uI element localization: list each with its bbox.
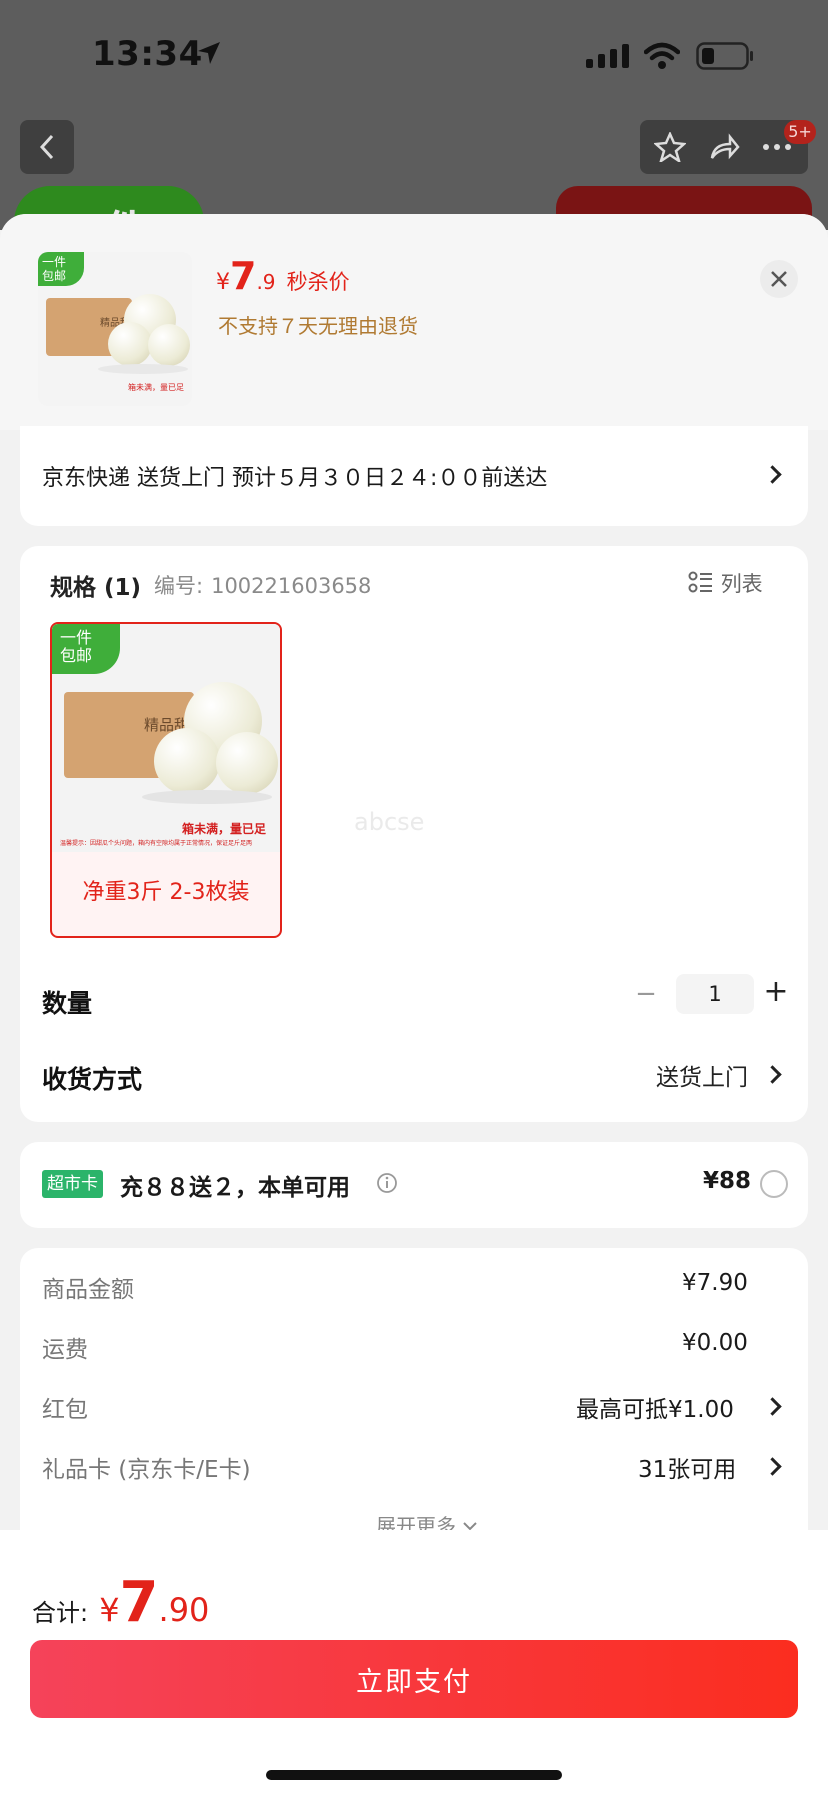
- summary-row-redpacket-label: 红包: [42, 1397, 88, 1423]
- share-icon[interactable]: [708, 132, 740, 162]
- summary-row-goods-label: 商品金额: [42, 1277, 134, 1303]
- list-view-toggle[interactable]: 列表: [688, 568, 763, 598]
- supermarket-card-text: 充８８送２，本单可用: [120, 1175, 350, 1201]
- free-shipping-badge: 一件 包邮: [52, 624, 120, 674]
- close-icon: [771, 271, 787, 287]
- message-badge: 5+: [784, 120, 816, 144]
- close-button[interactable]: [760, 260, 798, 298]
- product-caption: 箱未满，量已足: [128, 383, 184, 392]
- watermark: abcse: [354, 808, 425, 836]
- star-icon[interactable]: [654, 132, 686, 162]
- quantity-decrease-button[interactable]: −: [628, 974, 664, 1014]
- receive-method-value[interactable]: 送货上门: [656, 1058, 748, 1092]
- supermarket-card-badge: 超市卡: [42, 1170, 103, 1198]
- more-icon[interactable]: [762, 142, 792, 152]
- product-notice: 温馨提示：因甜瓜个头问题，箱内有空隙均属于正常情况，保证足斤足两: [60, 840, 253, 847]
- pay-now-button[interactable]: 立即支付: [30, 1640, 798, 1718]
- product-price: ¥7.9 秒杀价: [216, 254, 350, 298]
- summary-row-goods-value: ¥7.90: [682, 1270, 748, 1296]
- chevron-right-icon: [763, 1457, 782, 1476]
- product-caption: 箱未满，量已足: [182, 822, 267, 836]
- quantity-label: 数量: [42, 989, 93, 1018]
- price-tag: 秒杀价: [286, 270, 350, 294]
- summary-row-shipping-value: ¥0.00: [682, 1330, 748, 1356]
- status-time: 13:34: [92, 34, 203, 74]
- total-label: 合计:: [32, 1599, 89, 1627]
- chevron-left-icon: [39, 134, 54, 160]
- sheet-header: 一件 包邮 精品甜瓜 箱未满，量已足 ¥7.9 秒杀价 不支持７天无理由退货: [0, 214, 828, 430]
- battery-icon: [696, 42, 753, 70]
- background-app: 一件 13:34 5+: [0, 0, 828, 230]
- spec-title: 规格 (1): [50, 575, 142, 601]
- spec-option-image: 一件 包邮 精品甜瓜 箱未满，量已足 温馨提示：因甜瓜个头问题，箱内有空隙均属于…: [52, 624, 280, 852]
- supermarket-card-row[interactable]: 超市卡 充８８送２，本单可用 ¥88: [20, 1142, 808, 1228]
- total-price: 合计: ¥7.90: [32, 1570, 210, 1635]
- delivery-row[interactable]: 京东快递 送货上门 预计５月３０日２４:００前送达: [20, 426, 808, 526]
- summary-row-shipping-label: 运费: [42, 1337, 88, 1363]
- spec-id: 编号: 100221603658: [154, 574, 372, 598]
- spec-option-label: 净重3斤 2-3枚装: [82, 880, 250, 905]
- home-indicator: [266, 1770, 562, 1780]
- back-button[interactable]: [20, 120, 74, 174]
- chevron-right-icon: [763, 1065, 782, 1084]
- free-shipping-badge: 一件 包邮: [38, 252, 84, 286]
- nav-actions: [640, 120, 808, 174]
- summary-row-redpacket-value[interactable]: 最高可抵¥1.00: [576, 1390, 734, 1424]
- list-icon: [688, 571, 712, 593]
- delivery-text: 京东快递 送货上门 预计５月３０日２４:００前送达: [42, 466, 548, 491]
- supermarket-card-price: ¥88: [703, 1168, 752, 1194]
- location-arrow-icon: [198, 42, 220, 64]
- wifi-icon: [644, 42, 680, 69]
- info-icon[interactable]: [376, 1172, 398, 1194]
- receive-method-label: 收货方式: [42, 1065, 143, 1094]
- spec-card: 规格 (1) 编号: 100221603658 列表 一件 包邮 精品甜瓜 箱未…: [20, 546, 808, 1122]
- chevron-right-icon: [763, 1397, 782, 1416]
- product-thumbnail: 一件 包邮 精品甜瓜 箱未满，量已足: [38, 252, 192, 406]
- return-policy: 不支持７天无理由退货: [218, 314, 418, 338]
- quantity-increase-button[interactable]: +: [756, 972, 796, 1012]
- chevron-right-icon: [763, 465, 782, 484]
- summary-row-giftcard-value[interactable]: 31张可用: [638, 1450, 736, 1484]
- cellular-signal-icon: [586, 44, 629, 68]
- quantity-input[interactable]: 1: [676, 974, 754, 1014]
- summary-row-giftcard-label: 礼品卡 (京东卡/E卡): [42, 1457, 251, 1483]
- spec-option-selected[interactable]: 一件 包邮 精品甜瓜 箱未满，量已足 温馨提示：因甜瓜个头问题，箱内有空隙均属于…: [50, 622, 282, 938]
- supermarket-card-radio[interactable]: [760, 1170, 788, 1198]
